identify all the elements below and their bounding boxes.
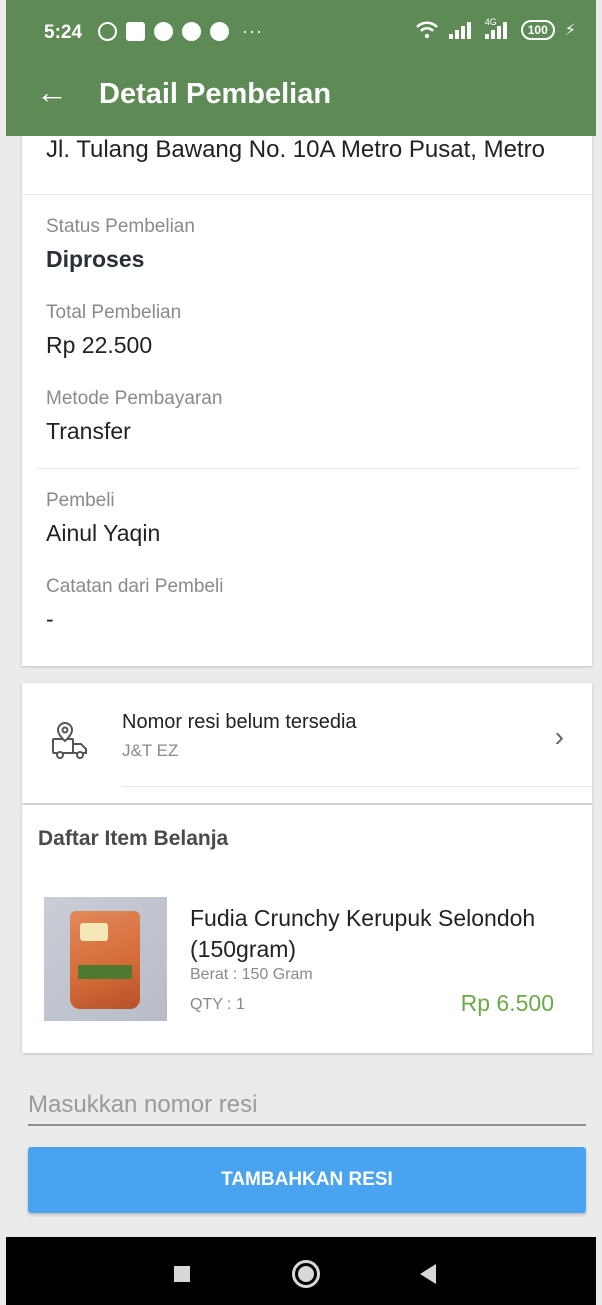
truck-location-icon (52, 721, 87, 759)
battery-icon: 100 (520, 20, 555, 40)
system-nav-bar (6, 1237, 596, 1305)
total-label: Total Pembelian (46, 302, 182, 323)
divider (22, 194, 592, 195)
shipping-address: Jl. Tulang Bawang No. 10A Metro Pusat, M… (46, 136, 545, 163)
status-value: Diproses (46, 246, 145, 272)
alarm-icon (98, 22, 117, 41)
buyer-value: Ainul Yaqin (46, 520, 161, 546)
chevron-right-icon[interactable]: › (555, 721, 564, 753)
product-package-graphic (70, 911, 140, 1009)
item-list-title: Daftar Item Belanja (38, 827, 229, 850)
shipping-card[interactable]: Nomor resi belum tersedia J&T EZ › (22, 683, 592, 803)
facebook-icon (210, 22, 229, 41)
messenger-icon (154, 22, 173, 41)
app-bar: 5:24 ··· 4G 100 ⚡ ← Detail Pembelian (6, 0, 596, 136)
divider (36, 468, 578, 469)
network-type: 4G (484, 17, 497, 27)
divider (122, 786, 592, 787)
charging-icon: ⚡ (564, 22, 576, 39)
order-info-card: Jl. Tulang Bawang No. 10A Metro Pusat, M… (22, 110, 592, 666)
payment-value: Transfer (46, 418, 131, 444)
tracking-status-text: Nomor resi belum tersedia (122, 711, 357, 733)
notification-icons: ··· (98, 21, 263, 42)
home-icon[interactable] (292, 1260, 320, 1288)
buyer-label: Pembeli (46, 490, 115, 511)
system-icons: 4G 100 ⚡ (415, 17, 576, 40)
item-list-card: Daftar Item Belanja Fudia Crunchy Kerupu… (22, 805, 592, 1053)
product-image[interactable] (44, 897, 167, 1021)
wifi-icon (415, 21, 438, 39)
arrow-left-icon[interactable]: ← (36, 72, 76, 112)
courier-name: J&T EZ (122, 741, 179, 760)
app-notification-icon (126, 22, 145, 41)
status-bar: 5:24 ··· 4G 100 ⚡ (6, 0, 596, 68)
product-weight: Berat : 150 Gram (190, 966, 313, 983)
status-label: Status Pembelian (46, 216, 195, 237)
note-value: - (46, 606, 54, 632)
payment-label: Metode Pembayaran (46, 388, 223, 409)
status-time: 5:24 (44, 22, 83, 43)
tracking-number-input[interactable] (28, 1086, 586, 1126)
page-title: Detail Pembelian (99, 78, 332, 110)
add-tracking-button[interactable]: TAMBAHKAN RESI (28, 1147, 586, 1213)
signal-icon (448, 21, 475, 39)
product-qty: QTY : 1 (190, 996, 245, 1013)
recents-icon[interactable] (174, 1266, 190, 1282)
product-name[interactable]: Fudia Crunchy Kerupuk Selondoh (150gram) (190, 903, 570, 965)
more-notifications-icon: ··· (242, 21, 263, 41)
signal-4g-icon: 4G (484, 17, 511, 39)
facebook-icon (182, 22, 201, 41)
total-value: Rp 22.500 (46, 332, 153, 358)
back-triangle-icon[interactable] (420, 1264, 436, 1284)
note-label: Catatan dari Pembeli (46, 576, 224, 597)
product-price: Rp 6.500 (460, 990, 554, 1016)
